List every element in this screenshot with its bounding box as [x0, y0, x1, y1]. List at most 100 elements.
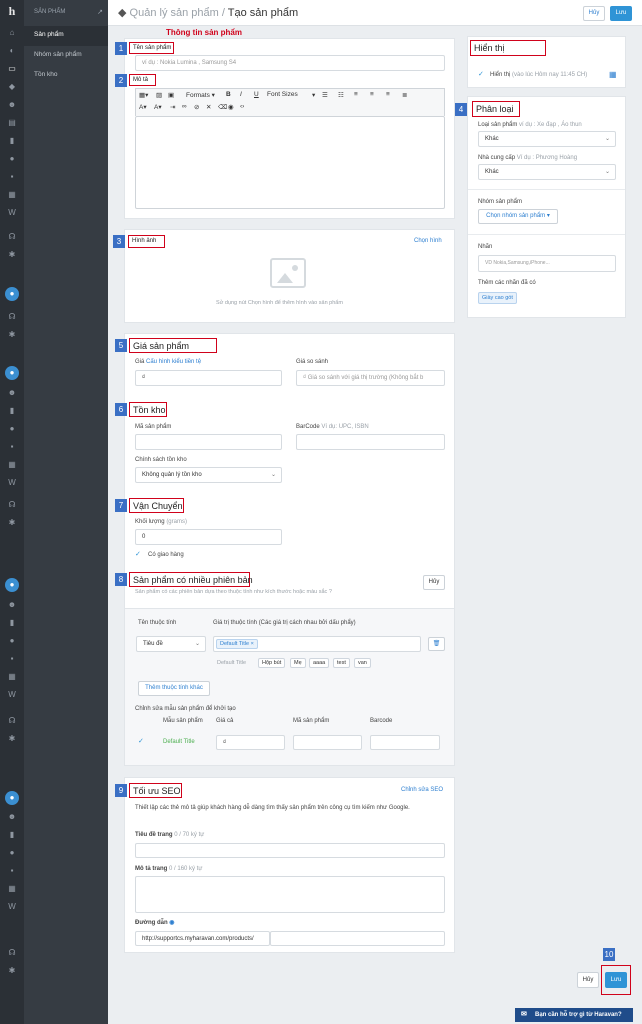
dashboard-icon[interactable]: ◐: [7, 46, 17, 56]
formats-dropdown[interactable]: Formats ▾: [186, 91, 215, 99]
attribute-value-tag[interactable]: Default Title ×: [216, 639, 258, 649]
apps-icon-2[interactable]: ☊: [7, 312, 17, 322]
numbered-list-icon[interactable]: ☷: [338, 91, 344, 99]
suggest-tag[interactable]: aaaa: [309, 658, 330, 668]
media-icon[interactable]: ▣: [168, 91, 174, 99]
suggest-tag[interactable]: Mẹ: [290, 658, 306, 668]
chat-icon[interactable]: ▪: [7, 866, 17, 876]
variant-barcode-input[interactable]: [370, 735, 440, 750]
avatar[interactable]: ●: [5, 287, 19, 301]
existing-tag[interactable]: Giày cao gót: [478, 292, 517, 304]
url-handle-input[interactable]: [270, 931, 445, 946]
suggest-tag[interactable]: test: [333, 658, 350, 668]
apps-icon[interactable]: ☊: [7, 716, 17, 726]
attribute-name-select[interactable]: Tiêu đề ⌄: [136, 636, 206, 652]
footer-cancel-button[interactable]: Hủy: [577, 972, 599, 988]
apps-icon[interactable]: ☊: [7, 232, 17, 242]
tag-icon[interactable]: ◆: [7, 82, 17, 92]
bullet-list-icon[interactable]: ☰: [322, 91, 328, 99]
code-icon[interactable]: ‹›: [240, 103, 244, 110]
variant-row-checkbox[interactable]: ✓: [138, 738, 145, 745]
avatar[interactable]: ●: [5, 791, 19, 805]
storefront-icon[interactable]: ▦: [7, 460, 17, 470]
choose-collection-button[interactable]: Chọn nhóm sản phẩm ▾: [478, 209, 558, 224]
weight-input[interactable]: 0: [135, 529, 282, 545]
settings-icon[interactable]: ✱: [7, 250, 17, 260]
sidebar-item-collections[interactable]: Nhóm sản phẩm: [24, 46, 108, 66]
apps-icon[interactable]: ☊: [7, 500, 17, 510]
edit-seo-link[interactable]: Chỉnh sửa SEO: [401, 787, 443, 793]
home-icon[interactable]: ⌂: [7, 28, 17, 38]
remove-tag-icon[interactable]: ×: [251, 641, 254, 647]
variant-price-input[interactable]: ₫: [216, 735, 285, 750]
price-input[interactable]: ₫: [135, 370, 282, 386]
product-type-select[interactable]: Khác ⌄: [478, 131, 616, 147]
page-title-input[interactable]: [135, 843, 445, 858]
visibility-checkbox[interactable]: ✓: [478, 71, 485, 78]
suggest-tag[interactable]: van: [354, 658, 371, 668]
italic-button[interactable]: I: [240, 91, 242, 98]
currency-config-link[interactable]: Cấu hình kiểu tiền tệ: [146, 359, 201, 365]
product-name-input[interactable]: ví dụ : Nokia Lumina , Samsung S4: [135, 55, 445, 71]
footer-save-button[interactable]: Lưu: [605, 972, 627, 988]
avatar[interactable]: ●: [5, 578, 19, 592]
haravan-logo-icon[interactable]: h: [4, 4, 20, 18]
settings-icon-2[interactable]: ✱: [7, 330, 17, 340]
align-left-icon[interactable]: ≡: [354, 91, 358, 98]
customers-icon[interactable]: ☻: [7, 600, 17, 610]
sidebar-item-inventory[interactable]: Tồn kho: [24, 66, 108, 86]
storefront-icon[interactable]: ▦: [7, 884, 17, 894]
barcode-input[interactable]: [296, 434, 445, 450]
choose-image-link[interactable]: Chọn hình: [414, 238, 442, 244]
eraser-icon[interactable]: ⌫: [218, 103, 227, 111]
storefront-icon[interactable]: ▦: [7, 190, 17, 200]
description-editor[interactable]: [135, 116, 445, 209]
customers-icon[interactable]: ☻: [7, 812, 17, 822]
settings-icon[interactable]: ✱: [7, 734, 17, 744]
pos-icon[interactable]: ●: [7, 154, 17, 164]
customers-icon[interactable]: ☻: [7, 100, 17, 110]
pos-icon[interactable]: ●: [7, 424, 17, 434]
trash-icon[interactable]: 🗑: [428, 637, 445, 651]
breadcrumb-parent[interactable]: Quản lý sản phẩm: [130, 7, 219, 19]
reports-icon[interactable]: ▮: [7, 136, 17, 146]
sku-input[interactable]: [135, 434, 282, 450]
highlight-icon[interactable]: A▾: [154, 103, 162, 111]
calendar-icon[interactable]: ▦: [609, 70, 617, 79]
storefront-icon[interactable]: ▦: [7, 672, 17, 682]
font-size-dropdown[interactable]: Font Sizes: [267, 91, 298, 98]
pos-icon[interactable]: ●: [7, 636, 17, 646]
save-button[interactable]: Lưu: [610, 6, 632, 21]
align-center-icon[interactable]: ≡: [370, 91, 374, 98]
pos-icon[interactable]: ●: [7, 848, 17, 858]
table-icon[interactable]: ▦▾: [139, 91, 148, 99]
text-color-icon[interactable]: A▾: [139, 103, 147, 111]
add-attribute-button[interactable]: Thêm thuộc tính khác: [138, 681, 210, 696]
chat-icon[interactable]: ▪: [7, 172, 17, 182]
indent-icon[interactable]: ⇥: [170, 103, 175, 111]
align-justify-icon[interactable]: ≣: [402, 91, 407, 99]
unlink-icon[interactable]: ⊘: [194, 103, 199, 111]
requires-shipping-checkbox[interactable]: ✓: [135, 551, 142, 558]
help-icon[interactable]: ◉: [169, 920, 174, 926]
reports-icon[interactable]: ▮: [7, 406, 17, 416]
bold-button[interactable]: B: [226, 91, 231, 98]
reports-icon[interactable]: ▮: [7, 830, 17, 840]
apps-icon[interactable]: ☊: [7, 948, 17, 958]
meta-description-input[interactable]: [135, 876, 445, 913]
customers-icon[interactable]: ☻: [7, 388, 17, 398]
align-right-icon[interactable]: ≡: [386, 91, 390, 98]
compare-price-input[interactable]: ₫ Giá so sánh với giá thị trường (Không …: [296, 370, 445, 386]
variants-cancel-button[interactable]: Hủy: [423, 575, 445, 590]
cancel-button[interactable]: Hủy: [583, 6, 605, 21]
wordpress-icon[interactable]: W: [7, 902, 17, 912]
image-icon[interactable]: ▨: [156, 91, 162, 99]
preview-icon[interactable]: ◉: [228, 103, 234, 111]
suggest-tag[interactable]: Hộp bút: [258, 658, 286, 668]
orders-icon[interactable]: ▤: [7, 118, 17, 128]
settings-icon[interactable]: ✱: [7, 518, 17, 528]
help-chat-bar[interactable]: ✉ Bạn cần hỗ trợ gì từ Haravan?: [515, 1008, 633, 1022]
inventory-policy-select[interactable]: Không quản lý tồn kho ⌄: [135, 467, 282, 483]
link-icon[interactable]: ∞: [182, 103, 187, 110]
font-size-caret-icon[interactable]: ▾: [312, 91, 315, 99]
